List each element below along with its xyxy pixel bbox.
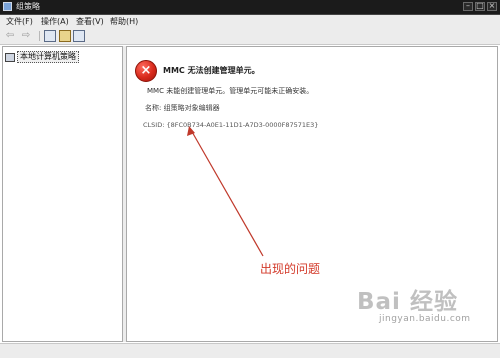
close-button[interactable]: ×: [487, 1, 497, 11]
menu-bar: 文件(F) 操作(A) 查看(V) 帮助(H): [0, 15, 500, 28]
menu-file[interactable]: 文件(F): [6, 15, 33, 28]
maximize-button[interactable]: □: [475, 1, 485, 11]
error-title: MMC 无法创建管理单元。: [163, 66, 260, 75]
maximize-icon: □: [476, 1, 484, 10]
computer-icon: [5, 52, 15, 62]
properties-button[interactable]: [59, 30, 71, 42]
help-button[interactable]: [73, 30, 85, 42]
app-icon: [3, 2, 12, 11]
menu-action[interactable]: 操作(A): [41, 15, 69, 28]
snapin-clsid: CLSID: {8FC0B734-A0E1-11D1-A7D3-0000F875…: [143, 121, 319, 129]
menu-view[interactable]: 查看(V): [76, 15, 104, 28]
forward-arrow-icon: ⇨: [21, 30, 31, 41]
back-arrow-icon: ⇦: [5, 30, 15, 41]
watermark-main: Bai 经验: [357, 289, 458, 315]
tree-item-local-computer-policy[interactable]: 本地计算机策略: [5, 51, 79, 63]
watermark-url: jingyan.baidu.com: [379, 314, 471, 324]
status-bar: [0, 343, 500, 358]
toolbar-separator: [39, 31, 40, 41]
baidu-watermark-logo: Bai 经验 jingyan.baidu.com: [357, 282, 497, 342]
title-bar: 组策略 – □ ×: [0, 0, 500, 15]
error-icon: ×: [135, 60, 157, 82]
snapin-name: 名称: 组策略对象编辑器: [145, 104, 220, 112]
toolbar: ⇦ ⇨: [0, 28, 500, 45]
menu-help[interactable]: 帮助(H): [110, 15, 138, 28]
show-hide-console-tree-button[interactable]: [44, 30, 56, 42]
annotation-label: 出现的问题: [260, 262, 321, 276]
console-tree-pane: 本地计算机策略: [2, 46, 123, 342]
back-button[interactable]: ⇦: [4, 30, 16, 42]
forward-button[interactable]: ⇨: [20, 30, 32, 42]
close-icon: ×: [488, 1, 496, 10]
minimize-button[interactable]: –: [463, 1, 473, 11]
minimize-icon: –: [466, 1, 470, 10]
error-description: MMC 未能创建管理单元。管理单元可能未正确安装。: [147, 87, 314, 95]
window-title: 组策略: [16, 2, 40, 11]
tree-item-label: 本地计算机策略: [17, 51, 79, 63]
